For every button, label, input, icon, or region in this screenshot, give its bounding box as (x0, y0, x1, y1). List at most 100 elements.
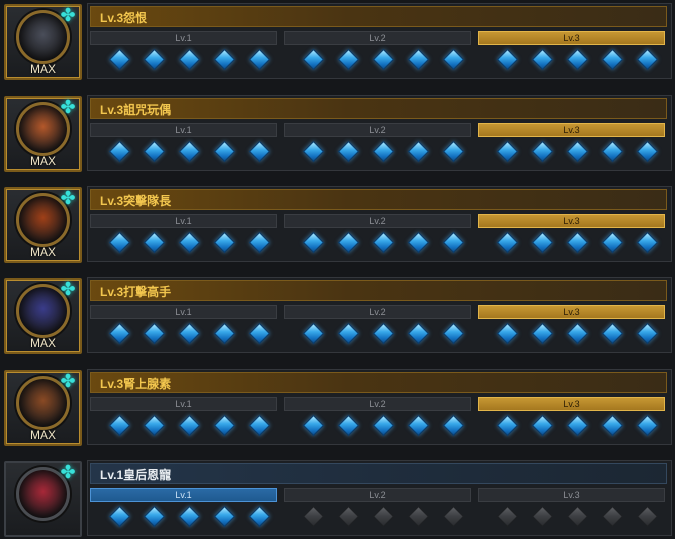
compass-icon: ✤ (60, 279, 76, 300)
level-tab[interactable]: Lv.2 (284, 305, 471, 319)
gem-filled-icon (337, 140, 360, 163)
gem-slots (90, 322, 277, 347)
perk-icon-frame[interactable]: ✤ (4, 461, 82, 537)
compass-icon: ✤ (60, 97, 76, 118)
gem-filled-icon (496, 140, 519, 163)
perk-icon-frame[interactable]: ✤ MAX (4, 4, 82, 80)
perk-row[interactable]: ✤ MAX Lv.3腎上腺素 Lv.1 Lv.2 Lv.3 (0, 366, 675, 448)
level-group: Lv.1 (90, 397, 277, 441)
level-tab[interactable]: Lv.1 (90, 31, 277, 45)
perk-icon-frame[interactable]: ✤ MAX (4, 187, 82, 263)
level-tab[interactable]: Lv.2 (284, 397, 471, 411)
gem-filled-icon (601, 48, 624, 71)
level-tab[interactable]: Lv.3 (478, 31, 665, 45)
level-group: Lv.1 (90, 488, 277, 532)
gem-filled-icon (531, 231, 554, 254)
perk-list: ✤ MAX Lv.3怨恨 Lv.1 Lv.2 Lv.3 ✤ MAX Lv.3詛咒玩偶 Lv.1 Lv… (0, 0, 675, 539)
level-group: Lv.2 (284, 305, 471, 349)
gem-filled-icon (442, 322, 465, 345)
gem-filled-icon (496, 231, 519, 254)
level-tab[interactable]: Lv.3 (478, 397, 665, 411)
gem-filled-icon (407, 231, 430, 254)
perk-row[interactable]: ✤ Lv.1皇后恩寵 Lv.1 Lv.2 Lv.3 (0, 457, 675, 539)
gem-filled-icon (143, 414, 166, 437)
max-badge: MAX (29, 428, 56, 442)
gem-filled-icon (496, 414, 519, 437)
gem-slots (478, 414, 665, 439)
gem-empty-icon (496, 505, 519, 528)
level-tab[interactable]: Lv.3 (478, 488, 665, 502)
level-tab[interactable]: Lv.3 (478, 305, 665, 319)
gem-filled-icon (372, 414, 395, 437)
gem-filled-icon (496, 322, 519, 345)
gem-filled-icon (601, 414, 624, 437)
level-group: Lv.3 (478, 305, 665, 349)
gem-filled-icon (407, 140, 430, 163)
level-tab[interactable]: Lv.1 (90, 123, 277, 137)
gem-slots (284, 505, 471, 530)
perk-icon-frame[interactable]: ✤ MAX (4, 278, 82, 354)
gem-filled-icon (248, 505, 271, 528)
level-group: Lv.1 (90, 31, 277, 75)
compass-icon: ✤ (60, 5, 76, 26)
perk-title: Lv.3打擊高手 (100, 285, 172, 299)
gem-empty-icon (636, 505, 659, 528)
level-tab[interactable]: Lv.1 (90, 305, 277, 319)
level-group: Lv.3 (478, 397, 665, 441)
gem-filled-icon (407, 48, 430, 71)
perk-title: Lv.1皇后恩寵 (100, 468, 172, 482)
gem-filled-icon (566, 322, 589, 345)
perk-row[interactable]: ✤ MAX Lv.3怨恨 Lv.1 Lv.2 Lv.3 (0, 0, 675, 82)
level-tab[interactable]: Lv.2 (284, 31, 471, 45)
gem-filled-icon (601, 322, 624, 345)
level-tab[interactable]: Lv.1 (90, 214, 277, 228)
level-tab[interactable]: Lv.2 (284, 123, 471, 137)
max-badge: MAX (29, 336, 56, 350)
perk-title-bar: Lv.3怨恨 (90, 6, 667, 27)
level-tab[interactable]: Lv.1 (90, 488, 277, 502)
gem-filled-icon (337, 48, 360, 71)
gem-filled-icon (248, 231, 271, 254)
gem-filled-icon (407, 414, 430, 437)
gem-filled-icon (636, 322, 659, 345)
compass-icon: ✤ (60, 462, 76, 483)
gem-filled-icon (143, 505, 166, 528)
gem-filled-icon (248, 140, 271, 163)
compass-icon: ✤ (60, 188, 76, 209)
gem-filled-icon (178, 322, 201, 345)
level-tab[interactable]: Lv.1 (90, 397, 277, 411)
perk-title-bar: Lv.3突擊隊長 (90, 189, 667, 210)
level-group: Lv.3 (478, 31, 665, 75)
gem-filled-icon (248, 48, 271, 71)
perk-title: Lv.3詛咒玩偶 (100, 103, 172, 117)
gem-filled-icon (213, 231, 236, 254)
level-tab[interactable]: Lv.2 (284, 488, 471, 502)
perk-row[interactable]: ✤ MAX Lv.3打擊高手 Lv.1 Lv.2 Lv.3 (0, 274, 675, 356)
level-group: Lv.3 (478, 123, 665, 167)
level-tab[interactable]: Lv.2 (284, 214, 471, 228)
gem-empty-icon (372, 505, 395, 528)
level-tab[interactable]: Lv.3 (478, 123, 665, 137)
level-group: Lv.2 (284, 31, 471, 75)
compass-icon: ✤ (60, 371, 76, 392)
level-tab[interactable]: Lv.3 (478, 214, 665, 228)
level-group: Lv.1 (90, 214, 277, 258)
gem-filled-icon (248, 414, 271, 437)
perk-title-bar: Lv.3打擊高手 (90, 280, 667, 301)
gem-filled-icon (636, 140, 659, 163)
perk-row[interactable]: ✤ MAX Lv.3突擊隊長 Lv.1 Lv.2 Lv.3 (0, 183, 675, 265)
gem-empty-icon (566, 505, 589, 528)
perk-row[interactable]: ✤ MAX Lv.3詛咒玩偶 Lv.1 Lv.2 Lv.3 (0, 92, 675, 174)
gem-filled-icon (108, 322, 131, 345)
perk-icon-frame[interactable]: ✤ MAX (4, 96, 82, 172)
perk-icon-frame[interactable]: ✤ MAX (4, 370, 82, 446)
gem-filled-icon (372, 48, 395, 71)
perk-panel: Lv.1皇后恩寵 Lv.1 Lv.2 Lv.3 (87, 460, 672, 536)
gem-filled-icon (531, 414, 554, 437)
gem-filled-icon (566, 48, 589, 71)
gem-filled-icon (213, 140, 236, 163)
gem-filled-icon (108, 48, 131, 71)
perk-title: Lv.3突擊隊長 (100, 194, 172, 208)
gem-filled-icon (143, 322, 166, 345)
gem-slots (90, 414, 277, 439)
